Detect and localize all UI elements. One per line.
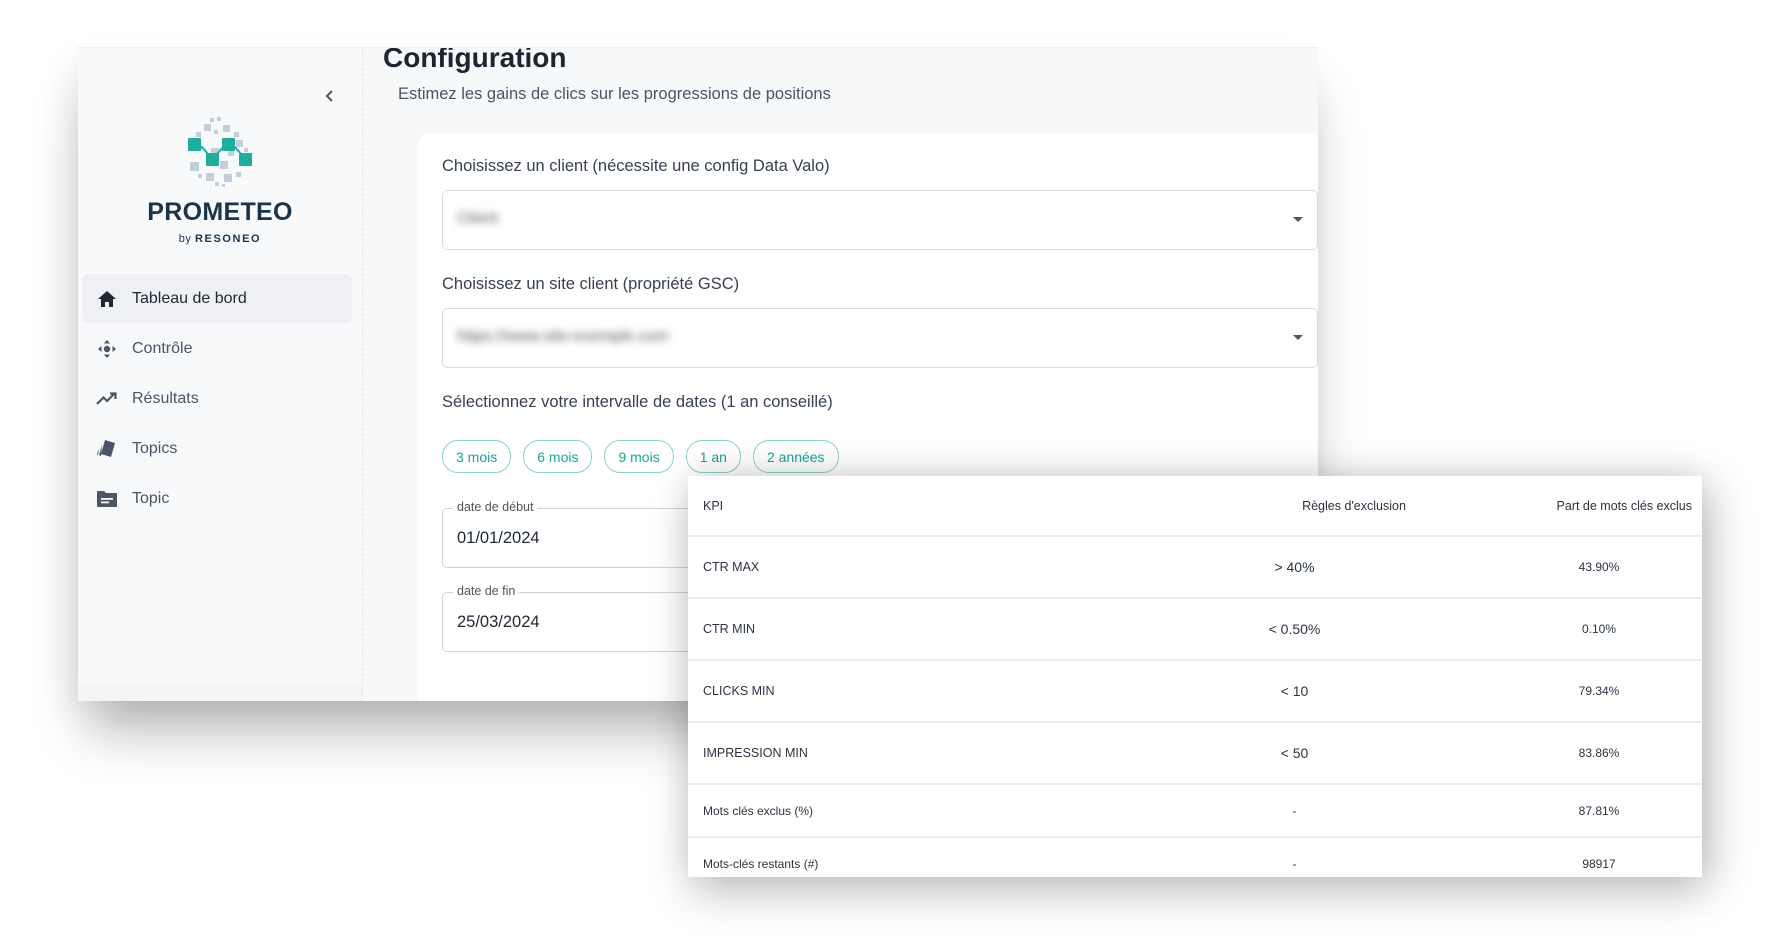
share-cell: 79.34% bbox=[1505, 660, 1702, 723]
rule-cell: - bbox=[1084, 784, 1505, 838]
sidebar: PROMETEO by RESONEO Tableau de bord Cont… bbox=[78, 48, 363, 701]
chevron-left-icon bbox=[325, 90, 333, 102]
preset-chip-3-mois[interactable]: 3 mois bbox=[442, 440, 512, 473]
kpi-cell: CTR MIN bbox=[688, 598, 1084, 661]
sidebar-item-label: Contrôle bbox=[132, 339, 193, 357]
client-select-value: Client bbox=[457, 210, 498, 227]
sidebar-item-topic[interactable]: Topic bbox=[82, 474, 352, 523]
client-select-label: Choisissez un client (nécessite une conf… bbox=[442, 157, 830, 175]
preset-chip-2-annees[interactable]: 2 années bbox=[752, 440, 839, 473]
end-date-value: 25/03/2024 bbox=[457, 613, 540, 631]
share-cell: 0.10% bbox=[1505, 598, 1702, 661]
kpi-cell: CTR MAX bbox=[688, 536, 1084, 599]
start-date-value: 01/01/2024 bbox=[457, 529, 540, 547]
rule-cell: > 40% bbox=[1084, 536, 1505, 599]
kpi-exclusion-table: KPI Règles d'exclusion Part de mots clés… bbox=[688, 476, 1702, 889]
sidebar-item-label: Résultats bbox=[132, 389, 199, 407]
sidebar-item-controle[interactable]: Contrôle bbox=[82, 324, 352, 373]
table-row: Mots-clés restants (#) - 98917 bbox=[688, 837, 1702, 889]
brand-name: PROMETEO bbox=[147, 198, 293, 226]
company-name: RESONEO bbox=[194, 233, 262, 245]
sidebar-nav: Tableau de bord Contrôle Résultats Topic… bbox=[82, 274, 352, 524]
client-select[interactable]: Client bbox=[442, 190, 1318, 250]
move-arrows-icon bbox=[96, 338, 118, 360]
table-row: CLICKS MIN < 10 79.34% bbox=[688, 660, 1702, 723]
sidebar-item-topics[interactable]: Topics bbox=[82, 424, 352, 473]
date-preset-chips: 3 mois 6 mois 9 mois 1 an 2 années bbox=[442, 440, 839, 473]
page-title: Configuration bbox=[383, 47, 567, 73]
start-date-legend: date de début bbox=[453, 500, 538, 514]
column-header-exclusion-rules: Règles d'exclusion bbox=[1084, 476, 1505, 537]
site-select-value: https://www.site-exemple.com bbox=[457, 328, 669, 345]
preset-chip-9-mois[interactable]: 9 mois bbox=[604, 440, 674, 473]
table-row: Mots clés exclus (%) - 87.81% bbox=[688, 784, 1702, 838]
site-select-label: Choisissez un site client (propriété GSC… bbox=[442, 275, 740, 293]
caret-down-icon bbox=[1293, 217, 1303, 222]
by-prefix: by bbox=[178, 233, 192, 245]
preset-chip-6-mois[interactable]: 6 mois bbox=[523, 440, 593, 473]
sidebar-item-label: Tableau de bord bbox=[132, 289, 247, 307]
kpi-cell: Mots-clés restants (#) bbox=[703, 856, 819, 871]
table-row: CTR MAX > 40% 43.90% bbox=[688, 536, 1702, 599]
site-select[interactable]: https://www.site-exemple.com bbox=[442, 308, 1318, 368]
kpi-cell: Mots clés exclus (%) bbox=[688, 784, 1084, 838]
share-cell: 98917 bbox=[1582, 856, 1616, 871]
folder-icon bbox=[96, 488, 118, 510]
prometeo-logo-icon bbox=[188, 117, 252, 187]
rule-cell: < 0.50% bbox=[1084, 598, 1505, 661]
table-row: CTR MIN < 0.50% 0.10% bbox=[688, 598, 1702, 661]
kpi-cell: CLICKS MIN bbox=[688, 660, 1084, 723]
caret-down-icon bbox=[1293, 335, 1303, 340]
rule-cell: < 50 bbox=[1084, 722, 1505, 785]
table-header-row: KPI Règles d'exclusion Part de mots clés… bbox=[688, 476, 1702, 537]
table-row: IMPRESSION MIN < 50 83.86% bbox=[688, 722, 1702, 785]
kpi-exclusion-table-card: KPI Règles d'exclusion Part de mots clés… bbox=[688, 476, 1702, 877]
sidebar-item-label: Topic bbox=[132, 489, 170, 507]
end-date-legend: date de fin bbox=[453, 584, 520, 598]
sidebar-footer bbox=[78, 685, 362, 701]
date-range-label: Sélectionnez votre intervalle de dates (… bbox=[442, 393, 833, 411]
share-cell: 83.86% bbox=[1505, 722, 1702, 785]
kpi-cell: IMPRESSION MIN bbox=[688, 722, 1084, 785]
sidebar-item-resultats[interactable]: Résultats bbox=[82, 374, 352, 423]
rule-cell: - bbox=[1292, 856, 1297, 871]
rule-cell: < 10 bbox=[1084, 660, 1505, 723]
sidebar-item-label: Topics bbox=[132, 439, 178, 457]
page-subtitle: Estimez les gains de clics sur les progr… bbox=[398, 85, 831, 103]
preset-chip-1-an[interactable]: 1 an bbox=[685, 440, 741, 473]
cards-icon bbox=[96, 438, 118, 460]
collapse-sidebar-button[interactable] bbox=[318, 84, 342, 108]
brand-byline: by RESONEO bbox=[78, 233, 362, 245]
trending-up-icon bbox=[96, 388, 118, 410]
home-icon bbox=[96, 288, 118, 310]
column-header-kpi: KPI bbox=[688, 476, 1084, 537]
column-header-excluded-share: Part de mots clés exclus bbox=[1505, 476, 1702, 537]
share-cell: 87.81% bbox=[1505, 784, 1702, 838]
sidebar-item-tableau-de-bord[interactable]: Tableau de bord bbox=[82, 274, 352, 323]
share-cell: 43.90% bbox=[1505, 536, 1702, 599]
logo: PROMETEO by RESONEO bbox=[78, 116, 362, 245]
